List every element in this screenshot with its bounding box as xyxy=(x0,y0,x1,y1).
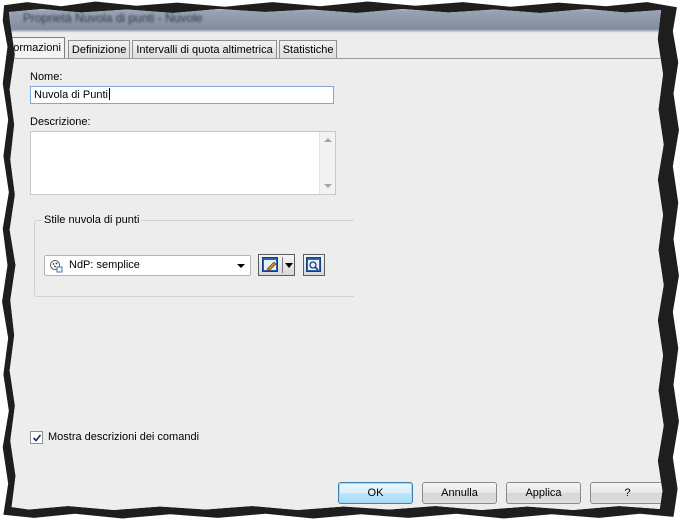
chevron-down-icon xyxy=(237,264,245,268)
help-button[interactable]: ? xyxy=(590,482,664,504)
description-field[interactable] xyxy=(30,131,336,195)
dialog-button-bar: OK Annulla Applica ? xyxy=(9,475,664,510)
point-cloud-style-select[interactable]: NdP: semplice xyxy=(44,255,251,276)
preview-style-button[interactable] xyxy=(303,254,325,276)
point-cloud-style-icon xyxy=(50,260,63,273)
dialog-window: Proprietà Nuvola di punti - Nuvole Infor… xyxy=(9,9,664,510)
name-field[interactable]: Nuvola di Punti xyxy=(30,86,334,104)
apply-button[interactable]: Applica xyxy=(506,482,581,504)
text-caret xyxy=(109,88,110,100)
edit-style-icon xyxy=(262,257,278,272)
tab-intervalli-quota[interactable]: Intervalli di quota altimetrica xyxy=(132,40,277,59)
cancel-button[interactable]: Annulla xyxy=(422,482,497,504)
ok-button[interactable]: OK xyxy=(338,482,413,504)
scroll-up-icon[interactable] xyxy=(324,138,332,142)
name-label: Nome: xyxy=(30,71,63,83)
title-bar: Proprietà Nuvola di punti - Nuvole xyxy=(9,9,664,31)
description-label: Descrizione: xyxy=(30,116,91,128)
chevron-down-icon[interactable] xyxy=(285,263,293,268)
magnifier-icon xyxy=(306,257,321,272)
tab-definizione[interactable]: Definizione xyxy=(67,40,131,59)
split-separator xyxy=(282,257,283,273)
edit-style-split-button[interactable] xyxy=(258,254,295,276)
tab-statistiche[interactable]: Statistiche xyxy=(278,40,338,59)
show-tooltips-checkbox[interactable] xyxy=(30,431,43,444)
name-field-value: Nuvola di Punti xyxy=(34,89,108,101)
checkmark-icon xyxy=(32,434,42,442)
tab-strip: Informazioni Definizione Intervalli di q… xyxy=(9,37,339,59)
window-title: Proprietà Nuvola di punti - Nuvole xyxy=(23,11,203,25)
tab-informazioni[interactable]: Informazioni xyxy=(9,37,65,59)
show-tooltips-label[interactable]: Mostra descrizioni dei comandi xyxy=(48,431,199,443)
style-select-value: NdP: semplice xyxy=(69,259,140,271)
style-group: Stile nuvola di punti NdP: semplice xyxy=(34,214,354,297)
scroll-down-icon[interactable] xyxy=(324,184,332,188)
style-group-title: Stile nuvola di punti xyxy=(42,214,142,226)
description-scrollbar[interactable] xyxy=(319,132,335,194)
